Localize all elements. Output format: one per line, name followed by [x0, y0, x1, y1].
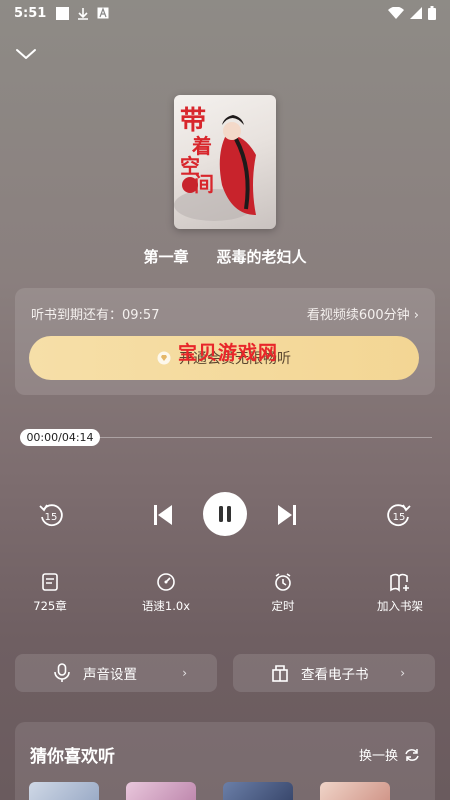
timer-label: 定时 — [271, 599, 295, 613]
listen-remaining-label: 听书到期还有：09:57 — [31, 308, 160, 323]
recommend-book-cover[interactable] — [320, 782, 390, 800]
recommend-thumbnails — [29, 782, 390, 800]
status-bar: 5:51 — [0, 0, 450, 26]
watch-video-label: 看视频续600分钟 — [306, 308, 410, 323]
forward-15-button[interactable]: 15 — [385, 502, 413, 530]
refresh-icon — [405, 748, 419, 761]
watermark-text: 宝贝游戏网 — [178, 342, 279, 364]
chevron-right-icon: › — [400, 666, 405, 680]
speed-label: 语速1.0x — [141, 599, 191, 613]
recommend-title: 猜你喜欢听 — [30, 747, 115, 767]
book-cover-art: 带 着 空 间 — [174, 106, 256, 221]
recommend-book-cover[interactable] — [223, 782, 293, 800]
chapters-label: 725章 — [33, 599, 67, 613]
chevron-right-icon: › — [413, 308, 419, 323]
status-time: 5:51 — [14, 5, 47, 21]
chapters-button[interactable]: 725章 — [10, 572, 90, 614]
svg-text:15: 15 — [45, 512, 58, 523]
alarm-clock-icon — [275, 573, 291, 591]
bookshelf-label: 加入书架 — [377, 599, 423, 613]
playback-controls: 15 15 — [0, 492, 450, 538]
pause-icon — [219, 506, 231, 522]
font-a-icon — [97, 7, 109, 19]
progress-thumb[interactable]: 00:00/04:14 — [20, 429, 100, 446]
svg-text:带: 带 — [180, 106, 206, 136]
progress-time: 00:00/04:14 — [26, 431, 94, 444]
add-book-icon — [390, 573, 409, 592]
next-button[interactable] — [274, 502, 300, 528]
microphone-icon — [54, 663, 70, 682]
watch-video-link[interactable]: 看视频续600分钟 › — [307, 304, 419, 323]
collapse-chevron-icon[interactable] — [14, 44, 38, 64]
chevron-right-icon: › — [182, 666, 187, 680]
wifi-icon — [388, 7, 404, 19]
book-cover: 带 着 空 间 — [174, 95, 276, 229]
forward-15-icon: 15 — [387, 504, 411, 527]
voice-settings-label: 声音设置 — [83, 667, 137, 683]
rewind-15-icon: 15 — [39, 504, 63, 527]
chapter-number: 第一章 — [143, 248, 189, 266]
previous-button[interactable] — [150, 502, 176, 528]
view-ebook-label: 查看电子书 — [301, 667, 369, 683]
recommend-section: 猜你喜欢听 换一换 — [15, 722, 435, 800]
recommend-book-cover[interactable] — [29, 782, 99, 800]
refresh-button[interactable]: 换一换 — [359, 745, 420, 764]
add-bookshelf-button[interactable]: 加入书架 — [360, 572, 440, 614]
svg-text:15: 15 — [393, 512, 406, 523]
skip-previous-icon — [154, 505, 172, 525]
speed-dial-icon — [157, 573, 175, 591]
chapter-title: 第一章 恶毒的老妇人 — [0, 246, 450, 267]
rewind-15-button[interactable]: 15 — [37, 502, 65, 530]
speed-button[interactable]: 语速1.0x — [126, 572, 206, 614]
skip-next-icon — [278, 505, 296, 525]
timer-button[interactable]: 定时 — [243, 572, 323, 614]
chapter-name: 恶毒的老妇人 — [216, 248, 307, 266]
recommend-book-cover[interactable] — [126, 782, 196, 800]
battery-icon — [428, 6, 436, 20]
pause-button[interactable] — [203, 492, 247, 536]
chapter-list-icon — [42, 573, 58, 591]
view-ebook-button[interactable]: 查看电子书 › — [233, 654, 435, 692]
download-icon — [78, 7, 89, 20]
refresh-label: 换一换 — [358, 749, 398, 764]
ebook-icon — [272, 665, 288, 682]
voice-settings-button[interactable]: 声音设置 › — [15, 654, 217, 692]
notification-square-icon — [56, 6, 70, 20]
signal-icon — [410, 7, 422, 19]
diamond-icon — [157, 351, 171, 365]
